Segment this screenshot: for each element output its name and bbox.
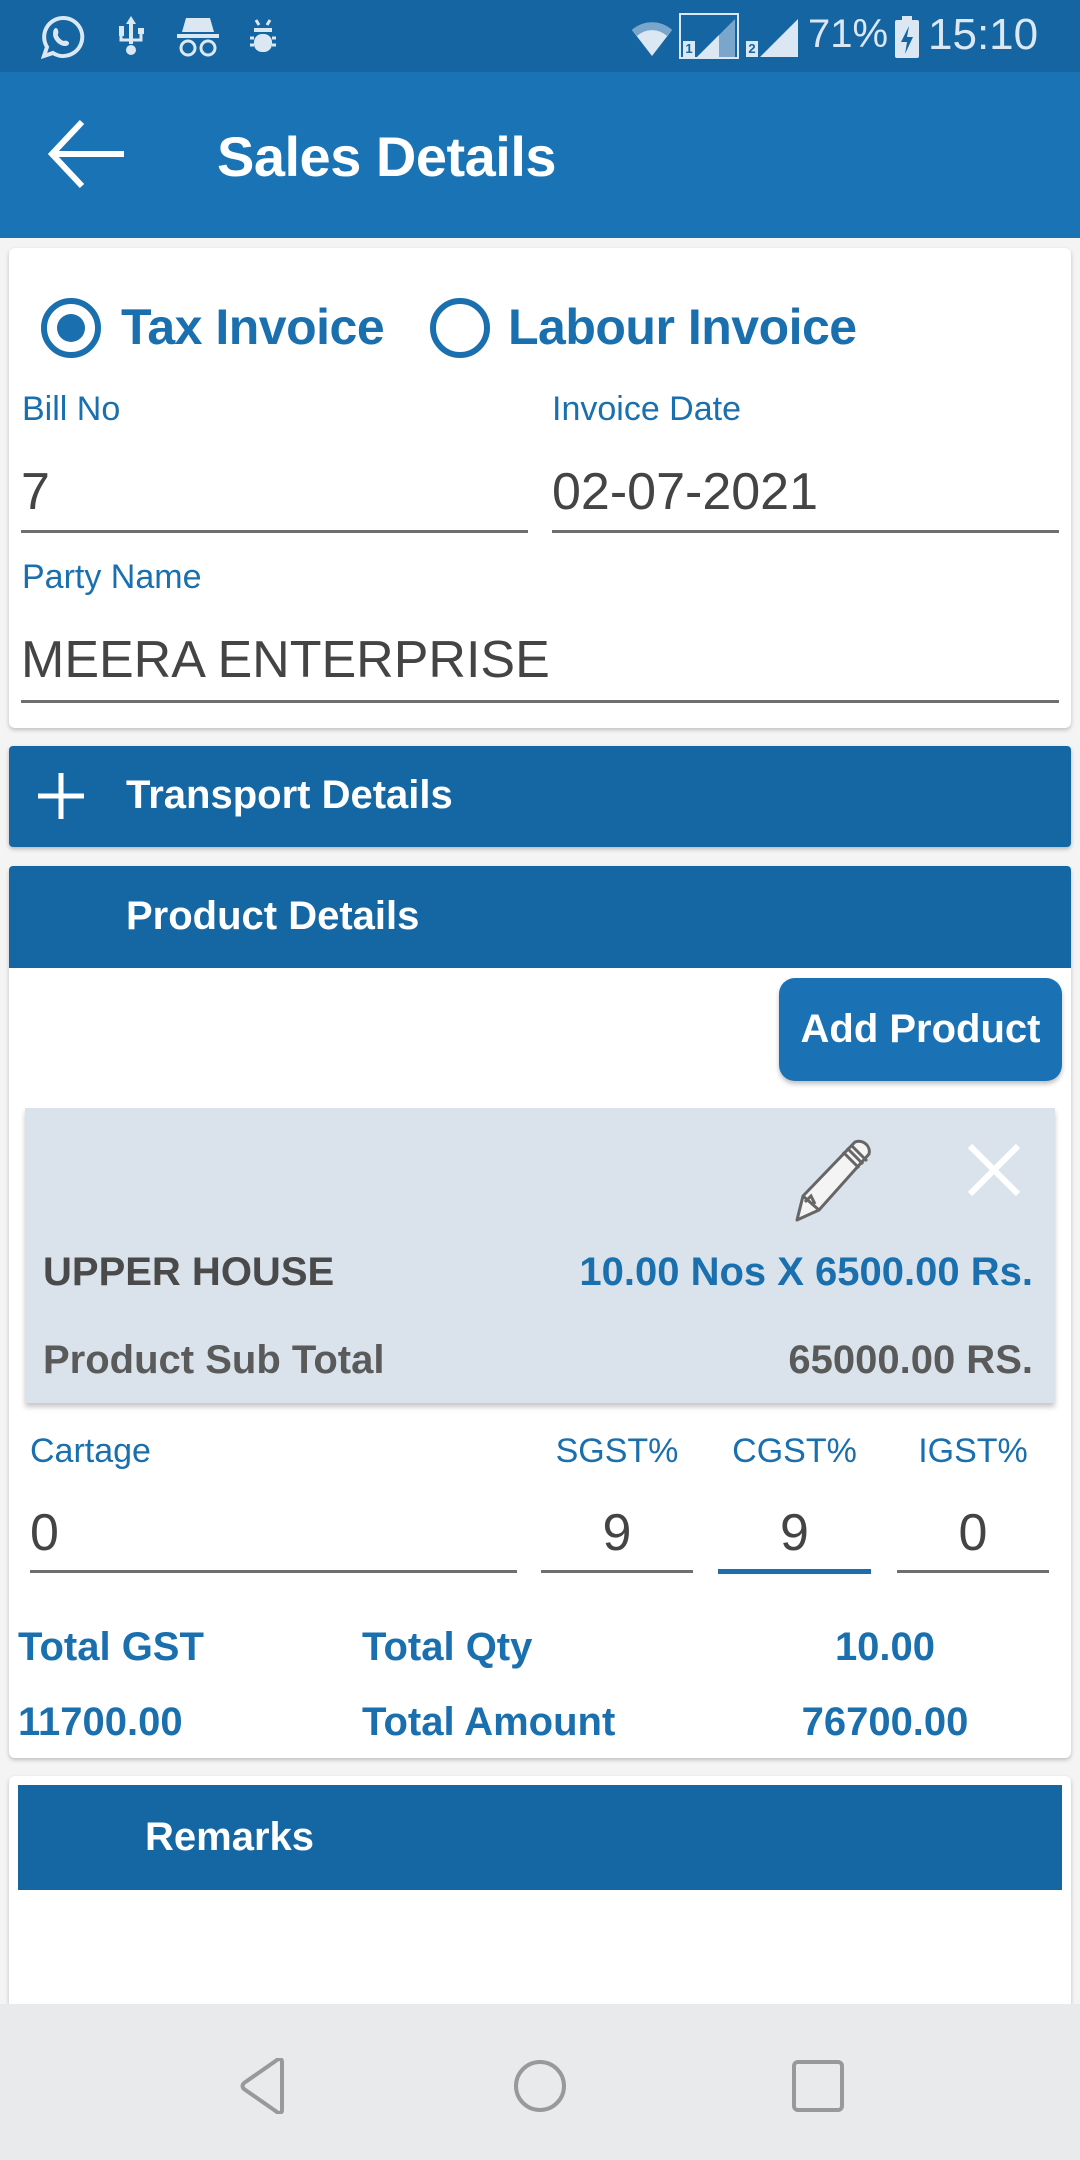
- total-gst-value: 11700.00: [18, 1700, 183, 1744]
- igst-label: IGST%: [918, 1432, 1028, 1470]
- home-circle-icon[interactable]: [512, 2058, 568, 2114]
- page-title: Sales Details: [217, 125, 557, 188]
- sgst-field[interactable]: 9: [541, 1503, 693, 1571]
- incognito-icon: [177, 18, 219, 57]
- battery-charging-icon: [895, 16, 919, 58]
- remarks-header: Remarks: [18, 1785, 1062, 1890]
- bug-icon: [250, 19, 276, 52]
- sim1-signal-icon: 1: [679, 13, 739, 59]
- product-subtotal-value: 65000.00 RS.: [788, 1338, 1033, 1382]
- radio-unchecked-icon: [430, 298, 490, 358]
- close-icon[interactable]: [968, 1144, 1020, 1196]
- add-product-button[interactable]: Add Product: [779, 978, 1062, 1081]
- sim2-signal-icon: 2: [744, 13, 802, 59]
- cartage-field[interactable]: 0: [30, 1503, 517, 1571]
- product-name: UPPER HOUSE: [43, 1250, 335, 1294]
- total-qty-label: Total Qty: [362, 1625, 533, 1669]
- navigation-bar: [0, 2004, 1080, 2160]
- wifi-icon: [632, 22, 672, 56]
- cgst-underline-focused: [718, 1569, 871, 1574]
- recents-square-icon[interactable]: [790, 2058, 846, 2114]
- back-triangle-icon[interactable]: [238, 2058, 288, 2114]
- product-details-header: Product Details: [9, 866, 1071, 968]
- sgst-underline: [541, 1570, 693, 1573]
- radio-checked-icon: [41, 298, 101, 358]
- transport-details-title: Transport Details: [126, 773, 453, 817]
- party-name-underline: [21, 700, 1059, 703]
- pencil-icon[interactable]: [793, 1138, 877, 1224]
- invoice-date-label: Invoice Date: [552, 390, 741, 428]
- total-gst-label: Total GST: [18, 1625, 204, 1669]
- sgst-label: SGST%: [555, 1432, 679, 1470]
- radio-label: Labour Invoice: [508, 299, 857, 355]
- whatsapp-icon: [40, 15, 85, 60]
- bill-no-label: Bill No: [22, 390, 121, 428]
- arrow-left-icon[interactable]: [44, 116, 124, 196]
- bill-no-field[interactable]: 7: [21, 462, 528, 532]
- cgst-label: CGST%: [732, 1432, 857, 1470]
- cartage-underline: [30, 1570, 517, 1573]
- app-bar: Sales Details: [0, 72, 1080, 238]
- usb-icon: [119, 16, 144, 55]
- party-name-label: Party Name: [22, 558, 202, 596]
- status-bar: 1 2 71% 15:10: [0, 0, 1080, 72]
- radio-tax-invoice[interactable]: Tax Invoice: [41, 298, 401, 362]
- remarks-title: Remarks: [145, 1815, 315, 1859]
- product-item: UPPER HOUSE 10.00 Nos X 6500.00 Rs. Prod…: [25, 1108, 1055, 1403]
- party-name-field[interactable]: MEERA ENTERPRISE: [21, 630, 1059, 700]
- battery-percent: 71%: [808, 12, 889, 56]
- invoice-date-underline: [552, 530, 1059, 533]
- product-details-title: Product Details: [126, 894, 420, 938]
- igst-underline: [897, 1570, 1049, 1573]
- invoice-date-field[interactable]: 02-07-2021: [552, 462, 1059, 532]
- radio-labour-invoice[interactable]: Labour Invoice: [430, 298, 870, 362]
- product-subtotal-label: Product Sub Total: [43, 1338, 385, 1382]
- igst-field[interactable]: 0: [897, 1503, 1049, 1571]
- bill-no-underline: [21, 530, 528, 533]
- cartage-label: Cartage: [30, 1432, 151, 1470]
- total-amount-label: Total Amount: [362, 1700, 616, 1744]
- clock: 15:10: [928, 10, 1039, 59]
- total-qty-value: 10.00: [834, 1625, 936, 1669]
- radio-label: Tax Invoice: [121, 299, 385, 355]
- product-qty-price: 10.00 Nos X 6500.00 Rs.: [579, 1250, 1033, 1294]
- cgst-field[interactable]: 9: [718, 1503, 871, 1571]
- total-amount-value: 76700.00: [801, 1700, 969, 1744]
- plus-icon: [38, 773, 84, 819]
- transport-details-bar[interactable]: Transport Details: [9, 746, 1071, 847]
